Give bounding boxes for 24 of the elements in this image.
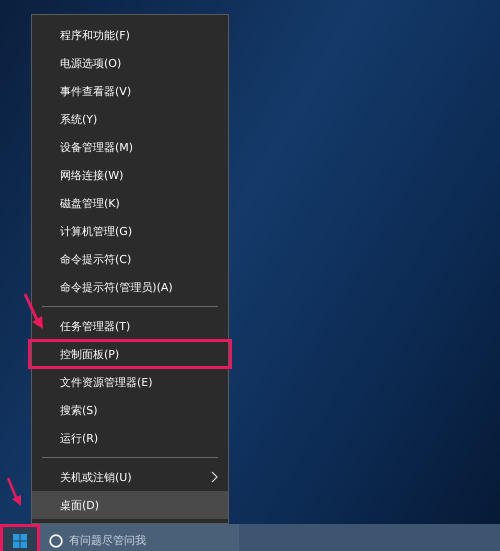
menu-item[interactable]: 控制面板(P) (29, 340, 231, 368)
start-button[interactable] (0, 524, 40, 551)
menu-item[interactable]: 关机或注销(U) (32, 463, 228, 491)
menu-item[interactable]: 计算机管理(G) (32, 217, 228, 245)
circle-icon (49, 534, 63, 548)
windows-logo-icon (13, 534, 27, 548)
menu-item[interactable]: 搜索(S) (32, 396, 228, 424)
annotation-arrow (22, 292, 46, 332)
menu-item[interactable]: 程序和功能(F) (32, 21, 228, 49)
annotation-arrow (6, 476, 24, 508)
menu-item[interactable]: 命令提示符(C) (32, 245, 228, 273)
menu-item[interactable]: 运行(R) (32, 424, 228, 452)
chevron-right-icon (211, 471, 218, 483)
menu-item[interactable]: 电源选项(O) (32, 49, 228, 77)
menu-item[interactable]: 文件资源管理器(E) (32, 368, 228, 396)
menu-item[interactable]: 网络连接(W) (32, 161, 228, 189)
menu-item[interactable]: 磁盘管理(K) (32, 189, 228, 217)
search-box[interactable]: 有问题尽管问我 (40, 524, 239, 551)
menu-item[interactable]: 桌面(D) (32, 491, 228, 519)
menu-item[interactable]: 任务管理器(T) (32, 312, 228, 340)
menu-item[interactable]: 事件查看器(V) (32, 77, 228, 105)
menu-item[interactable]: 设备管理器(M) (32, 133, 228, 161)
menu-item[interactable]: 命令提示符(管理员)(A) (32, 273, 228, 301)
menu-item[interactable]: 系统(Y) (32, 105, 228, 133)
